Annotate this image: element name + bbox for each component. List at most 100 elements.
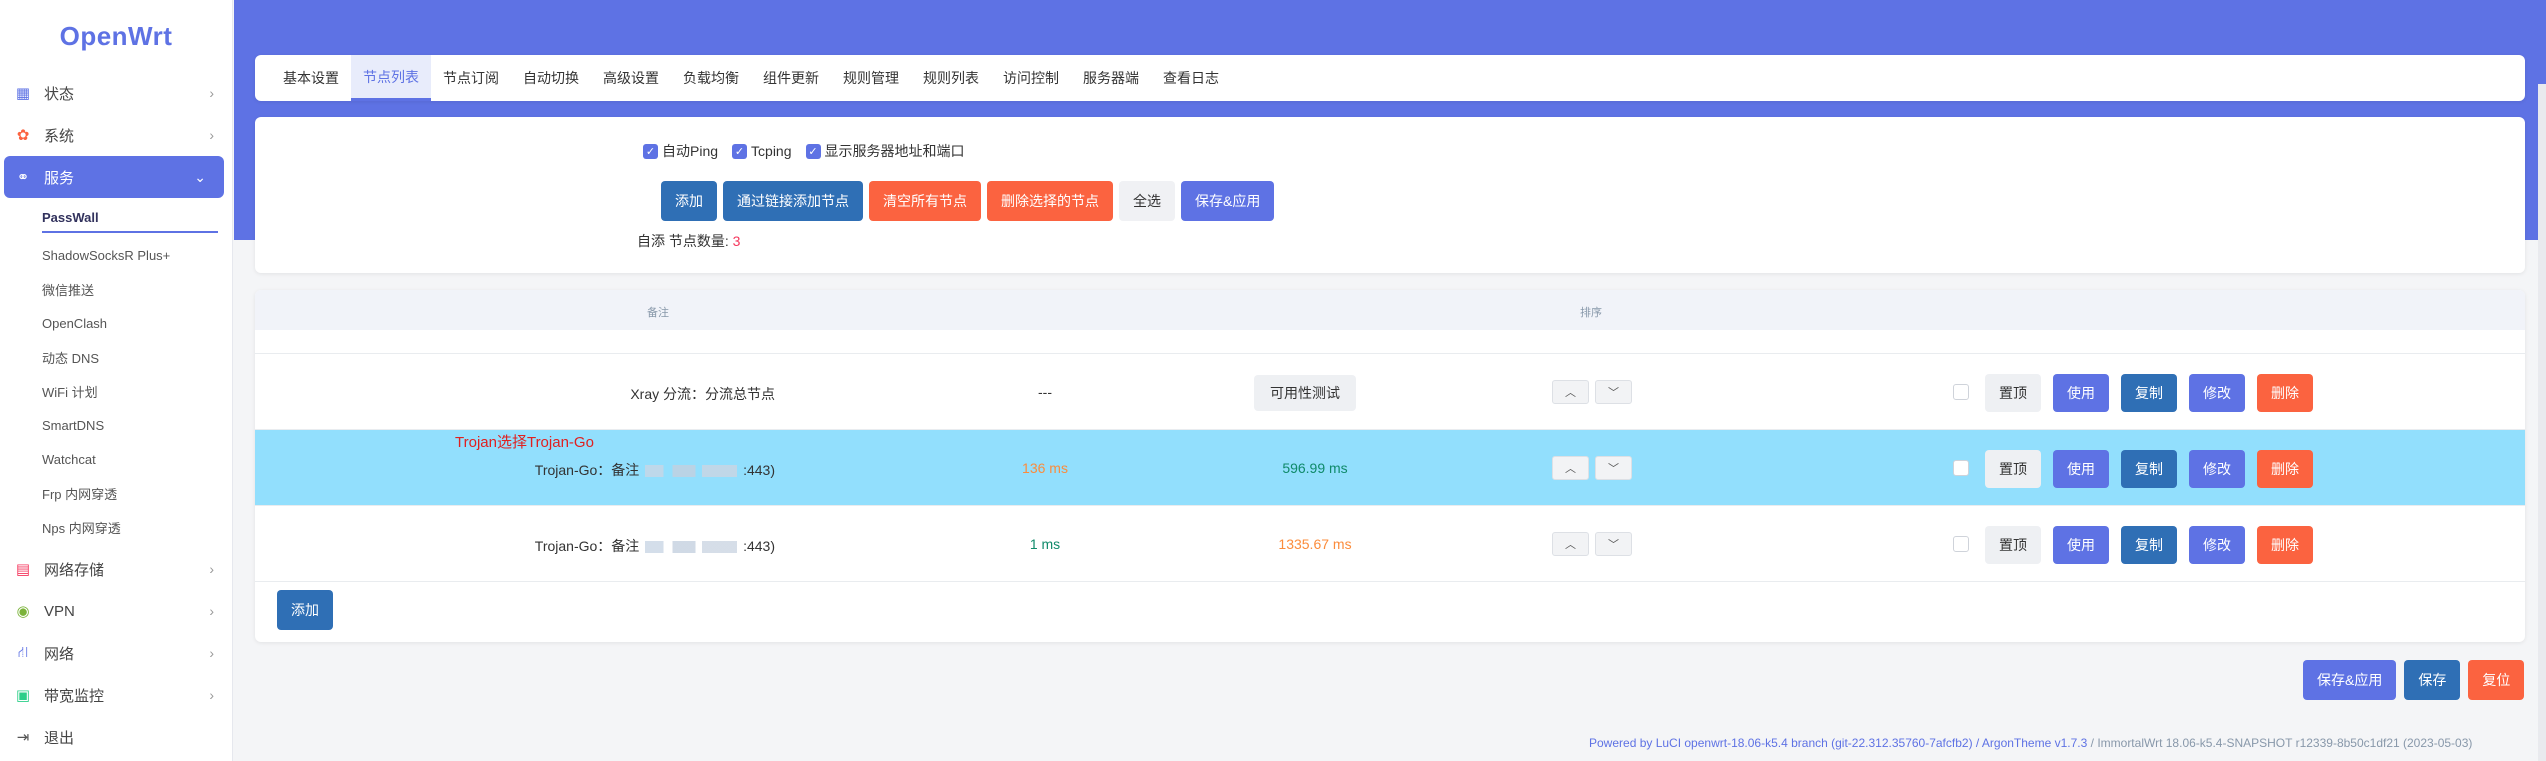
save-apply-bottom-button[interactable]: 保存&应用 xyxy=(2303,660,2397,700)
sort-controls: ︿ ﹀ xyxy=(1552,532,1632,556)
row-actions: 置顶 使用 复制 修改 删除 xyxy=(1985,374,2313,412)
table-add-wrap: 添加 xyxy=(277,590,333,630)
tab-load-balance[interactable]: 负载均衡 xyxy=(671,55,751,101)
sidebar-item-network[interactable]: ⛙ 网络 › xyxy=(0,632,232,674)
copy-button[interactable]: 复制 xyxy=(2121,526,2177,564)
delete-selected-button[interactable]: 删除选择的节点 xyxy=(987,181,1113,221)
footer-powered[interactable]: Powered by LuCI openwrt-18.06-k5.4 branc… xyxy=(1589,736,2087,750)
submenu-item-frp[interactable]: Frp 内网穿透 xyxy=(0,476,232,510)
auto-ping-checkbox[interactable]: ✓ 自动Ping xyxy=(643,141,718,161)
move-down-button[interactable]: ﹀ xyxy=(1595,532,1632,556)
tab-auto-switch[interactable]: 自动切换 xyxy=(511,55,591,101)
use-button[interactable]: 使用 xyxy=(2053,450,2109,488)
tab-server[interactable]: 服务器端 xyxy=(1071,55,1151,101)
sort-controls: ︿ ﹀ xyxy=(1552,456,1632,480)
row-checkbox[interactable] xyxy=(1953,384,1969,400)
submenu-item-wifi-schedule[interactable]: WiFi 计划 xyxy=(0,374,232,408)
move-down-button[interactable]: ﹀ xyxy=(1595,456,1632,480)
network-icon: ⛙ xyxy=(17,643,29,661)
delete-button[interactable]: 删除 xyxy=(2257,374,2313,412)
edit-button[interactable]: 修改 xyxy=(2189,450,2245,488)
clear-all-button[interactable]: 清空所有节点 xyxy=(869,181,981,221)
table-row: Xray 分流：分流总节点 --- 可用性测试 ︿ ﹀ 置顶 使用 复制 修改 … xyxy=(255,354,2525,430)
pin-top-button[interactable]: 置顶 xyxy=(1985,526,2041,564)
node-table: 备注 排序 Xray 分流：分流总节点 --- 可用性测试 ︿ ﹀ 置顶 使用 … xyxy=(255,290,2525,642)
edit-button[interactable]: 修改 xyxy=(2189,374,2245,412)
node-settings-card: ✓ 自动Ping ✓ Tcping ✓ 显示服务器地址和端口 添加 通过链接添加… xyxy=(255,117,2525,273)
auto-ping-label: 自动Ping xyxy=(662,143,719,159)
move-up-button[interactable]: ︿ xyxy=(1552,532,1589,556)
submenu-item-passwall[interactable]: PassWall xyxy=(0,204,232,238)
tab-node-list[interactable]: 节点列表 xyxy=(351,55,431,101)
show-server-checkbox[interactable]: ✓ 显示服务器地址和端口 xyxy=(805,141,965,161)
tab-view-log[interactable]: 查看日志 xyxy=(1151,55,1231,101)
pin-top-button[interactable]: 置顶 xyxy=(1985,374,2041,412)
submenu-item-ssr-plus[interactable]: ShadowSocksR Plus+ xyxy=(0,238,232,272)
sidebar-menu: ▦ 状态 › ✿ 系统 › ⚭ 服务 ⌄ xyxy=(0,72,232,198)
availability-test-button[interactable]: 可用性测试 xyxy=(1254,375,1356,411)
tcping-checkbox[interactable]: ✓ Tcping xyxy=(732,143,792,159)
add-by-link-button[interactable]: 通过链接添加节点 xyxy=(723,181,863,221)
save-apply-button[interactable]: 保存&应用 xyxy=(1181,181,1275,221)
logo[interactable]: OpenWrt xyxy=(0,0,232,72)
sidebar-item-status[interactable]: ▦ 状态 › xyxy=(0,72,232,114)
submenu-item-ddns[interactable]: 动态 DNS xyxy=(0,340,232,374)
copy-button[interactable]: 复制 xyxy=(2121,374,2177,412)
move-down-button[interactable]: ﹀ xyxy=(1595,380,1632,404)
move-up-button[interactable]: ︿ xyxy=(1552,456,1589,480)
reset-bottom-button[interactable]: 复位 xyxy=(2468,660,2525,700)
tab-rule-list[interactable]: 规则列表 xyxy=(911,55,991,101)
pin-top-button[interactable]: 置顶 xyxy=(1985,450,2041,488)
select-all-button[interactable]: 全选 xyxy=(1119,181,1175,221)
delete-button[interactable]: 删除 xyxy=(2257,526,2313,564)
row-actions: 置顶 使用 复制 修改 删除 xyxy=(1985,450,2313,488)
sidebar-menu-lower: ▤ 网络存储 › ◉ VPN › ⛙ 网络 › ▣ 带宽监控 › ⇥ 退出 xyxy=(0,548,232,758)
toolbar: 添加 通过链接添加节点 清空所有节点 删除选择的节点 全选 保存&应用 xyxy=(661,181,1275,221)
row-actions: 置顶 使用 复制 修改 删除 xyxy=(1985,526,2313,564)
submenu-item-openclash[interactable]: OpenClash xyxy=(0,306,232,340)
node-count: 自添 节点数量: 3 xyxy=(637,231,740,251)
tab-advanced[interactable]: 高级设置 xyxy=(591,55,671,101)
sidebar-item-storage[interactable]: ▤ 网络存储 › xyxy=(0,548,232,590)
footer-build: / ImmortalWrt 18.06-k5.4-SNAPSHOT r12339… xyxy=(2087,736,2473,750)
tcping-label: Tcping xyxy=(751,143,792,159)
node-remark: Xray 分流：分流总节点 xyxy=(630,386,775,402)
move-up-button[interactable]: ︿ xyxy=(1552,380,1589,404)
row-checkbox[interactable] xyxy=(1953,460,1969,476)
sidebar-item-label: 网络 xyxy=(44,645,75,663)
use-button[interactable]: 使用 xyxy=(2053,374,2109,412)
table-add-button[interactable]: 添加 xyxy=(277,590,333,630)
tab-component-update[interactable]: 组件更新 xyxy=(751,55,831,101)
sidebar-item-bandwidth[interactable]: ▣ 带宽监控 › xyxy=(0,674,232,716)
dashboard-icon: ▦ xyxy=(15,85,31,102)
add-button[interactable]: 添加 xyxy=(661,181,717,221)
submenu-item-watchcat[interactable]: Watchcat xyxy=(0,442,232,476)
tab-rule-manage[interactable]: 规则管理 xyxy=(831,55,911,101)
chevron-right-icon: › xyxy=(209,127,214,143)
submenu-item-smartdns[interactable]: SmartDNS xyxy=(0,408,232,442)
submenu-item-nps[interactable]: Nps 内网穿透 xyxy=(0,510,232,544)
save-bottom-button[interactable]: 保存 xyxy=(2404,660,2461,700)
chevron-right-icon: › xyxy=(209,645,214,661)
sidebar-item-label: 状态 xyxy=(44,85,75,103)
sidebar-item-services[interactable]: ⚭ 服务 ⌄ xyxy=(4,156,224,198)
monitor-icon: ▣ xyxy=(15,687,31,704)
page-actions: 保存&应用 保存 复位 xyxy=(2303,660,2525,700)
edit-button[interactable]: 修改 xyxy=(2189,526,2245,564)
delete-button[interactable]: 删除 xyxy=(2257,450,2313,488)
node-tcping: 596.99 ms xyxy=(1282,460,1348,476)
tab-node-subscribe[interactable]: 节点订阅 xyxy=(431,55,511,101)
sidebar-item-logout[interactable]: ⇥ 退出 xyxy=(0,716,232,758)
scrollbar[interactable] xyxy=(2538,84,2546,761)
storage-icon: ▤ xyxy=(15,561,31,578)
submenu-item-wechat-push[interactable]: 微信推送 xyxy=(0,272,232,306)
row-checkbox[interactable] xyxy=(1953,536,1969,552)
chevron-right-icon: › xyxy=(209,603,214,619)
chevron-right-icon: › xyxy=(209,561,214,577)
tab-access-control[interactable]: 访问控制 xyxy=(991,55,1071,101)
use-button[interactable]: 使用 xyxy=(2053,526,2109,564)
sidebar-item-vpn[interactable]: ◉ VPN › xyxy=(0,590,232,632)
sidebar-item-system[interactable]: ✿ 系统 › xyxy=(0,114,232,156)
copy-button[interactable]: 复制 xyxy=(2121,450,2177,488)
tab-basic-settings[interactable]: 基本设置 xyxy=(271,55,351,101)
